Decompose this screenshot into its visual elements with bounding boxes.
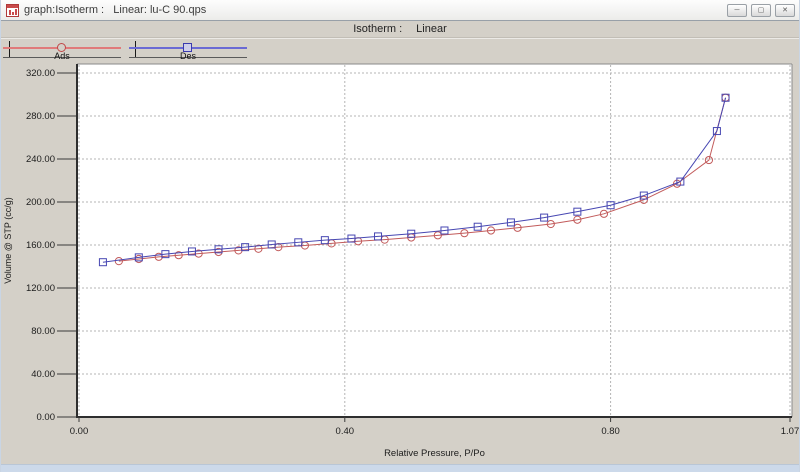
app-icon — [6, 3, 19, 17]
graph-window: graph:Isotherm : Linear: lu-C 90.qps ─ ▢… — [0, 0, 800, 472]
svg-text:280.00: 280.00 — [26, 111, 55, 122]
y-axis-title: Volume @ STP (cc/g) — [3, 197, 13, 284]
x-tick-labels: 0.00 0.40 0.80 1.07 — [70, 417, 800, 437]
window-controls: ─ ▢ ✕ — [727, 3, 795, 17]
svg-text:120.00: 120.00 — [26, 283, 55, 294]
legend-bar: Ads Des — [1, 38, 799, 61]
toolbar-isotherm-label: Isotherm : — [353, 23, 403, 35]
legend-entry-des[interactable]: Des — [129, 39, 247, 62]
svg-text:0.00: 0.00 — [70, 426, 89, 437]
window-title: graph:Isotherm : Linear: lu-C 90.qps — [24, 4, 207, 16]
svg-text:80.00: 80.00 — [31, 326, 55, 337]
window-title-bar[interactable]: graph:Isotherm : Linear: lu-C 90.qps ─ ▢… — [1, 0, 799, 21]
window-bottom-edge — [1, 464, 799, 472]
svg-text:0.40: 0.40 — [336, 426, 355, 437]
minimize-button[interactable]: ─ — [727, 3, 747, 17]
isotherm-chart: 320.00 280.00 240.00 200.00 160.00 120.00 80.0… — [3, 63, 800, 459]
x-axis-title: Relative Pressure, P/Po — [384, 448, 485, 459]
svg-text:320.00: 320.00 — [26, 68, 55, 79]
toolbar-linear-value: Linear — [416, 23, 447, 35]
legend-entry-ads[interactable]: Ads — [3, 39, 121, 62]
restore-button[interactable]: ▢ — [751, 3, 771, 17]
legend-ads-label: Ads — [54, 51, 70, 61]
close-button[interactable]: ✕ — [775, 3, 795, 17]
svg-text:1.07: 1.07 — [781, 426, 800, 437]
svg-text:0.80: 0.80 — [601, 426, 620, 437]
svg-text:40.00: 40.00 — [31, 369, 55, 380]
svg-text:200.00: 200.00 — [26, 197, 55, 208]
svg-text:240.00: 240.00 — [26, 154, 55, 165]
y-tick-labels: 320.00 280.00 240.00 200.00 160.00 120.00 80.0… — [26, 68, 76, 423]
toolbar: Isotherm : Linear — [1, 21, 799, 38]
legend-des-label: Des — [179, 51, 196, 61]
plot-background — [77, 64, 792, 417]
svg-text:0.00: 0.00 — [37, 412, 56, 423]
svg-text:160.00: 160.00 — [26, 240, 55, 251]
chart-area: 320.00 280.00 240.00 200.00 160.00 120.00 80.0… — [1, 61, 800, 464]
